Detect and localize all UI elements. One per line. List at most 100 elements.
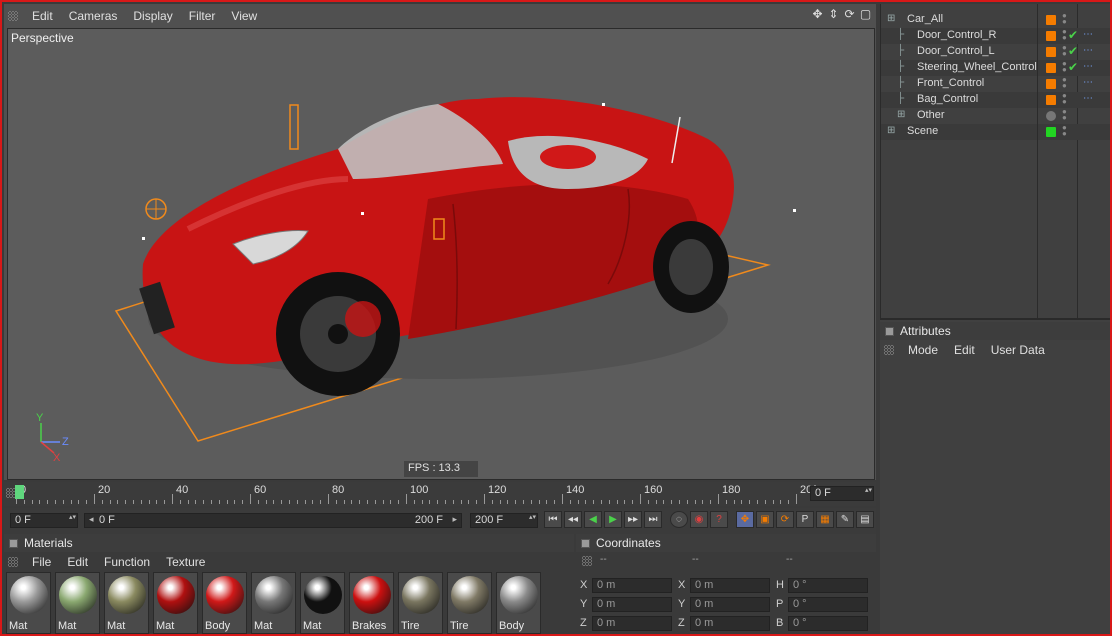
key-scale-icon[interactable]: ▣ — [756, 511, 774, 528]
object-tree-item[interactable]: ⊞ Other ● ● — [881, 108, 1110, 124]
object-name[interactable]: Door_Control_R — [917, 29, 996, 41]
expression-tag-icon[interactable]: ⋯ — [1083, 29, 1093, 40]
attributes-menu-mode[interactable]: Mode — [900, 343, 946, 357]
key-options-icon[interactable]: ▤ — [856, 511, 874, 528]
layer-color-icon[interactable] — [1046, 15, 1056, 25]
go-to-end-icon[interactable]: ⏭ — [644, 511, 662, 528]
attributes-menu-edit[interactable]: Edit — [946, 343, 983, 357]
materials-menu-edit[interactable]: Edit — [59, 555, 96, 569]
coord-header-size[interactable]: -- — [692, 554, 699, 565]
material-swatch[interactable]: Mat — [251, 572, 296, 634]
rotate-icon[interactable]: ⟳ — [843, 8, 856, 21]
object-name[interactable]: Scene — [907, 125, 938, 137]
record-keys-icon[interactable]: ◌ — [670, 511, 688, 528]
menu-view[interactable]: View — [223, 9, 265, 23]
enabled-check-icon[interactable]: ✔ — [1068, 60, 1078, 74]
menu-edit[interactable]: Edit — [24, 9, 61, 23]
coordinate-field[interactable]: 0 m — [592, 616, 672, 631]
expression-tag-icon[interactable]: ⋯ — [1083, 45, 1093, 56]
start-frame-field[interactable]: 0 F — [10, 513, 78, 528]
coordinate-field[interactable]: 0 m — [592, 578, 672, 593]
visibility-dots-icon[interactable]: ● ● — [1062, 60, 1067, 74]
material-swatch[interactable]: Mat — [153, 572, 198, 634]
help-key-icon[interactable]: ? — [710, 511, 728, 528]
expression-tag-icon[interactable]: ⋯ — [1083, 77, 1093, 88]
coordinate-field[interactable]: 0 m — [690, 616, 770, 631]
panel-grip-icon[interactable] — [582, 556, 592, 566]
layer-color-icon[interactable] — [1046, 79, 1056, 89]
key-position-icon[interactable]: ✥ — [736, 511, 754, 528]
expression-tag-icon[interactable]: ⋯ — [1083, 93, 1093, 104]
coordinate-field[interactable]: 0 ° — [788, 597, 868, 612]
layer-color-icon[interactable] — [1046, 127, 1056, 137]
coordinate-field[interactable]: 0 ° — [788, 578, 868, 593]
end-frame-field[interactable]: 200 F — [470, 513, 538, 528]
maximize-icon[interactable]: ▢ — [859, 8, 872, 21]
object-name[interactable]: Bag_Control — [917, 93, 978, 105]
object-tree-item[interactable]: ⊞ Car_All ● ● — [881, 12, 1110, 28]
material-swatch[interactable]: Tire — [447, 572, 492, 634]
timeline-ruler[interactable]: 02040608010012014016018020( — [16, 484, 816, 504]
materials-menu-file[interactable]: File — [24, 555, 59, 569]
key-rotation-icon[interactable]: ⟳ — [776, 511, 794, 528]
key-settings-icon[interactable]: ✎ — [836, 511, 854, 528]
coordinate-field[interactable]: 0 m — [592, 597, 672, 612]
material-swatch[interactable]: Mat — [6, 572, 51, 634]
coord-header-rotation[interactable]: -- — [786, 554, 793, 565]
object-tree-item[interactable]: ├ Front_Control ● ● ⋯ — [881, 76, 1110, 92]
object-name[interactable]: Car_All — [907, 13, 943, 25]
play-forward-icon[interactable]: ▶ — [604, 511, 622, 528]
move-icon[interactable]: ✥ — [811, 8, 824, 21]
coordinate-field[interactable]: 0 m — [690, 578, 770, 593]
expand-toggle-icon[interactable]: ⊞ — [887, 125, 895, 136]
menu-cameras[interactable]: Cameras — [61, 9, 126, 23]
current-frame-field[interactable]: 0 F — [810, 486, 874, 501]
layer-color-icon[interactable] — [1046, 111, 1056, 121]
autokey-icon[interactable]: ◉ — [690, 511, 708, 528]
panel-grip-icon[interactable] — [884, 345, 894, 355]
coordinate-field[interactable]: 0 ° — [788, 616, 868, 631]
expand-toggle-icon[interactable]: ⊞ — [897, 109, 905, 120]
next-key-icon[interactable]: ▸▸ — [624, 511, 642, 528]
layer-color-icon[interactable] — [1046, 47, 1056, 57]
visibility-dots-icon[interactable]: ● ● — [1062, 108, 1067, 122]
key-pla-icon[interactable]: ▦ — [816, 511, 834, 528]
material-swatch[interactable]: Mat — [55, 572, 100, 634]
coord-header-position[interactable]: -- — [600, 554, 607, 565]
layer-color-icon[interactable] — [1046, 31, 1056, 41]
material-swatch[interactable]: Mat — [104, 572, 149, 634]
panel-toggle-icon[interactable] — [581, 538, 590, 548]
object-name[interactable]: Front_Control — [917, 77, 984, 89]
previous-key-icon[interactable]: ◂◂ — [564, 511, 582, 528]
material-swatch[interactable]: Mat — [300, 572, 345, 634]
visibility-dots-icon[interactable]: ● ● — [1062, 12, 1067, 26]
object-tree-item[interactable]: ├ Bag_Control ● ● ⋯ — [881, 92, 1110, 108]
zoom-icon[interactable]: ⇕ — [827, 8, 840, 21]
object-name[interactable]: Steering_Wheel_Control — [917, 61, 1037, 73]
object-tree-item[interactable]: ├ Door_Control_L ● ● ✔ ⋯ — [881, 44, 1110, 60]
play-backward-icon[interactable]: ◀ — [584, 511, 602, 528]
3d-viewport[interactable]: Perspective Y Z X FPS: 13.3 — [7, 28, 875, 480]
material-swatch[interactable]: Body — [496, 572, 541, 634]
layer-color-icon[interactable] — [1046, 95, 1056, 105]
key-parameter-icon[interactable]: P — [796, 511, 814, 528]
materials-menu-function[interactable]: Function — [96, 555, 158, 569]
menu-filter[interactable]: Filter — [181, 9, 224, 23]
panel-grip-icon[interactable] — [8, 557, 18, 567]
menu-display[interactable]: Display — [125, 9, 180, 23]
visibility-dots-icon[interactable]: ● ● — [1062, 92, 1067, 106]
timeline-playhead[interactable] — [15, 485, 24, 499]
object-tree-item[interactable]: ⊞ Scene ● ● — [881, 124, 1110, 140]
panel-grip-icon[interactable] — [8, 11, 18, 21]
object-tree-item[interactable]: ├ Door_Control_R ● ● ✔ ⋯ — [881, 28, 1110, 44]
material-swatch[interactable]: Brakes — [349, 572, 394, 634]
material-swatch[interactable]: Body — [202, 572, 247, 634]
layer-color-icon[interactable] — [1046, 63, 1056, 73]
panel-toggle-icon[interactable] — [9, 538, 18, 548]
visibility-dots-icon[interactable]: ● ● — [1062, 44, 1067, 58]
go-to-start-icon[interactable]: ⏮ — [544, 511, 562, 528]
visibility-dots-icon[interactable]: ● ● — [1062, 76, 1067, 90]
visibility-dots-icon[interactable]: ● ● — [1062, 124, 1067, 138]
material-swatch[interactable]: Tire — [398, 572, 443, 634]
object-name[interactable]: Door_Control_L — [917, 45, 995, 57]
